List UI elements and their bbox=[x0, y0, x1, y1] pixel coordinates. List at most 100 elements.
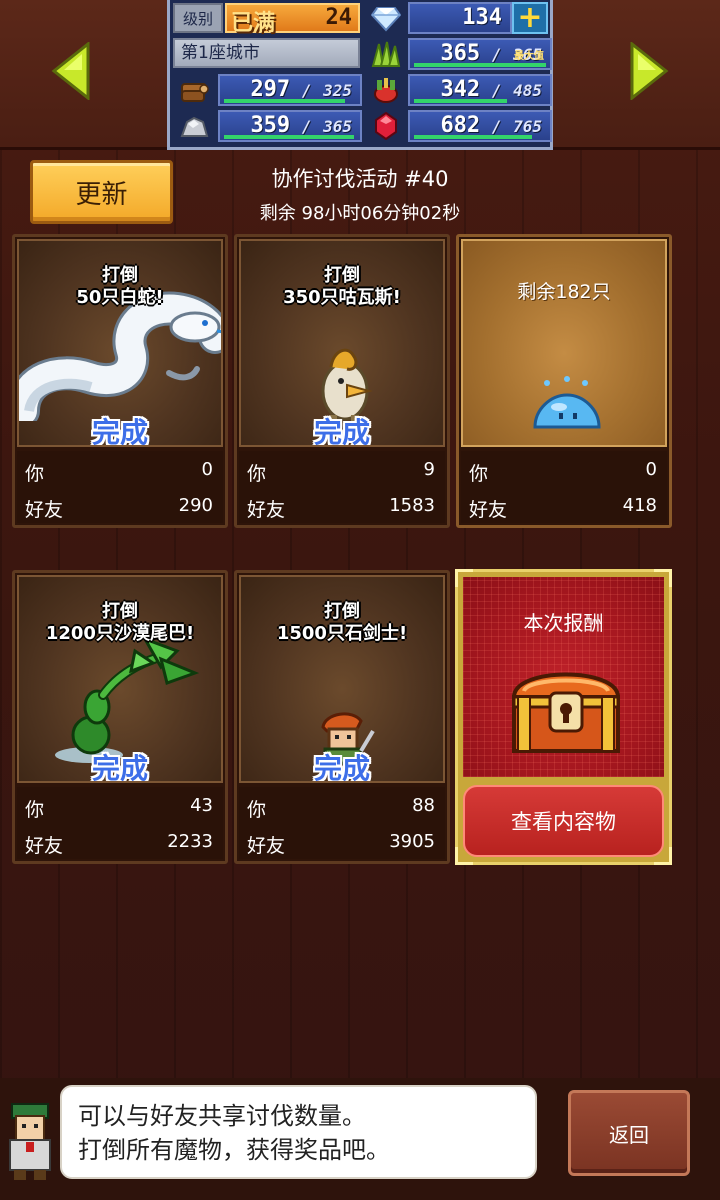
stat-row-friend: 好友 2233 bbox=[25, 831, 213, 857]
stat-row-you: 你 0 bbox=[469, 459, 657, 485]
quest-card-desert-tail[interactable]: 打倒 1200只沙漠尾巴! 完成 你 43 好友 2233 bbox=[12, 570, 228, 864]
reward-panel: 本次报酬 bbox=[463, 577, 664, 777]
level-badge: 已满 24 bbox=[225, 3, 360, 36]
corner-ornament bbox=[455, 847, 473, 865]
next-arrow-button[interactable] bbox=[630, 40, 670, 102]
wood-icon bbox=[174, 74, 214, 106]
gems-cell: 134 bbox=[408, 2, 512, 34]
quest-target: 打倒 50只白蛇! bbox=[76, 265, 164, 308]
friend-count: 2233 bbox=[167, 831, 213, 852]
max-note: 最大值 bbox=[514, 51, 544, 62]
quest-card-stone-swordsman[interactable]: 打倒 1500只石剑士! 完成 你 88 好友 3905 bbox=[234, 570, 450, 864]
friend-count: 290 bbox=[178, 495, 213, 516]
food-icon bbox=[366, 74, 406, 106]
stat-row-friend: 好友 290 bbox=[25, 495, 213, 521]
quest-card-art: 打倒 50只白蛇! 完成 bbox=[17, 239, 223, 447]
quest-stats: 你 9 好友 1583 bbox=[239, 451, 445, 523]
corner-ornament bbox=[455, 569, 473, 587]
arrow-left-icon bbox=[51, 40, 90, 102]
food-max: 485 bbox=[513, 81, 542, 100]
ore-cell: 359 / 365 bbox=[218, 110, 362, 142]
quest-card-white-snake[interactable]: 打倒 50只白蛇! 完成 你 0 好友 290 bbox=[12, 234, 228, 528]
guide-message-line-1: 可以与好友共享讨伐数量。 bbox=[78, 1102, 366, 1130]
wood-food-row: 297 / 325 342 / 485 bbox=[170, 72, 552, 106]
grass-icon bbox=[366, 38, 406, 70]
food-bar bbox=[414, 99, 507, 103]
plus-icon: + bbox=[517, 0, 543, 35]
stat-row-you: 你 88 bbox=[247, 795, 435, 821]
quest-target: 打倒 1500只石剑士! bbox=[276, 601, 408, 644]
back-button[interactable]: 返回 bbox=[568, 1090, 690, 1176]
stat-row-you: 你 43 bbox=[25, 795, 213, 821]
quest-stats: 你 0 好友 418 bbox=[461, 451, 667, 523]
quest-stats: 你 88 好友 3905 bbox=[239, 787, 445, 859]
stat-row-you: 你 0 bbox=[25, 459, 213, 485]
you-count: 0 bbox=[201, 459, 213, 480]
friend-count: 418 bbox=[622, 495, 657, 516]
level-row: 级别 已满 24 134 + bbox=[170, 0, 550, 36]
friend-count: 1583 bbox=[389, 495, 435, 516]
you-count: 43 bbox=[190, 795, 213, 816]
ruby-cell: 682 / 765 bbox=[408, 110, 552, 142]
ore-bar bbox=[224, 135, 354, 139]
reward-card: 本次报酬 查看内容物 bbox=[455, 569, 672, 865]
treasure-chest-icon bbox=[511, 672, 621, 753]
npc-guide-avatar bbox=[9, 1103, 51, 1180]
event-title: 协作讨伐活动 #40 bbox=[271, 167, 449, 191]
level-status: 已满 bbox=[231, 11, 276, 36]
quest-card-kuwasu[interactable]: 打倒 350只咕瓦斯! 完成 你 9 好友 1583 bbox=[234, 234, 450, 528]
quest-card-art: 打倒 1200只沙漠尾巴! 完成 bbox=[17, 575, 223, 783]
level-value: 24 bbox=[325, 5, 353, 30]
stat-row-friend: 好友 3905 bbox=[247, 831, 435, 857]
gems-value: 134 bbox=[462, 5, 502, 30]
event-timer: 剩余 98小时06分钟02秒 bbox=[259, 203, 461, 224]
quest-status-done: 完成 bbox=[91, 752, 148, 783]
quest-status-done: 完成 bbox=[313, 416, 370, 447]
you-count: 9 bbox=[423, 459, 435, 480]
view-contents-button[interactable]: 查看内容物 bbox=[463, 785, 664, 857]
you-count: 88 bbox=[412, 795, 435, 816]
city-name: 第1座城市 bbox=[173, 38, 360, 68]
prev-arrow-button[interactable] bbox=[50, 40, 90, 102]
blue-slime-icon bbox=[533, 376, 601, 429]
corner-ornament bbox=[654, 847, 672, 865]
you-count: 0 bbox=[645, 459, 657, 480]
ruby-bar bbox=[414, 135, 532, 139]
quest-status-done: 完成 bbox=[91, 416, 148, 447]
quest-stats: 你 0 好友 290 bbox=[17, 451, 223, 523]
quest-card-art: 打倒 1500只石剑士! 完成 bbox=[239, 575, 445, 783]
ore-max: 365 bbox=[323, 117, 352, 136]
guide-speech-bubble: 可以与好友共享讨伐数量。 打倒所有魔物，获得奖品吧。 bbox=[60, 1085, 537, 1179]
food-cell: 342 / 485 bbox=[408, 74, 552, 106]
ore-ruby-row: 359 / 365 682 / 765 bbox=[170, 108, 552, 142]
quest-target: 打倒 350只咕瓦斯! bbox=[283, 265, 401, 308]
diamond-icon bbox=[366, 2, 406, 34]
ore-icon bbox=[174, 110, 214, 142]
corner-ornament bbox=[654, 569, 672, 587]
level-label: 级别 bbox=[173, 3, 223, 33]
quest-card-art: 打倒 350只咕瓦斯! 完成 bbox=[239, 239, 445, 447]
quest-remaining: 剩余182只 bbox=[517, 281, 611, 303]
quest-target: 打倒 1200只沙漠尾巴! bbox=[45, 601, 195, 644]
arrow-right-icon bbox=[630, 40, 669, 102]
quest-stats: 你 43 好友 2233 bbox=[17, 787, 223, 859]
wood-max: 325 bbox=[323, 81, 352, 100]
quest-status-done: 完成 bbox=[313, 752, 370, 783]
grass-bar bbox=[414, 63, 546, 67]
resource-panel: 级别 已满 24 134 + 第1座城市 365 / 365 最大值 297 /… bbox=[167, 0, 553, 150]
add-gems-button[interactable]: + bbox=[512, 2, 548, 34]
guide-message-line-2: 打倒所有魔物，获得奖品吧。 bbox=[78, 1136, 390, 1164]
quest-card-art: 剩余182只 bbox=[461, 239, 667, 447]
quest-card-blue-slime[interactable]: 剩余182只 你 0 好友 418 bbox=[456, 234, 672, 528]
wood-bar bbox=[224, 99, 345, 103]
grass-cell: 365 / 365 最大值 bbox=[408, 38, 552, 70]
reward-title: 本次报酬 bbox=[523, 611, 604, 635]
update-button[interactable]: 更新 bbox=[30, 160, 173, 224]
stat-row-you: 你 9 bbox=[247, 459, 435, 485]
stat-row-friend: 好友 418 bbox=[469, 495, 657, 521]
friend-count: 3905 bbox=[389, 831, 435, 852]
ruby-max: 765 bbox=[513, 117, 542, 136]
wood-cell: 297 / 325 bbox=[218, 74, 362, 106]
ruby-icon bbox=[366, 110, 406, 142]
stat-row-friend: 好友 1583 bbox=[247, 495, 435, 521]
